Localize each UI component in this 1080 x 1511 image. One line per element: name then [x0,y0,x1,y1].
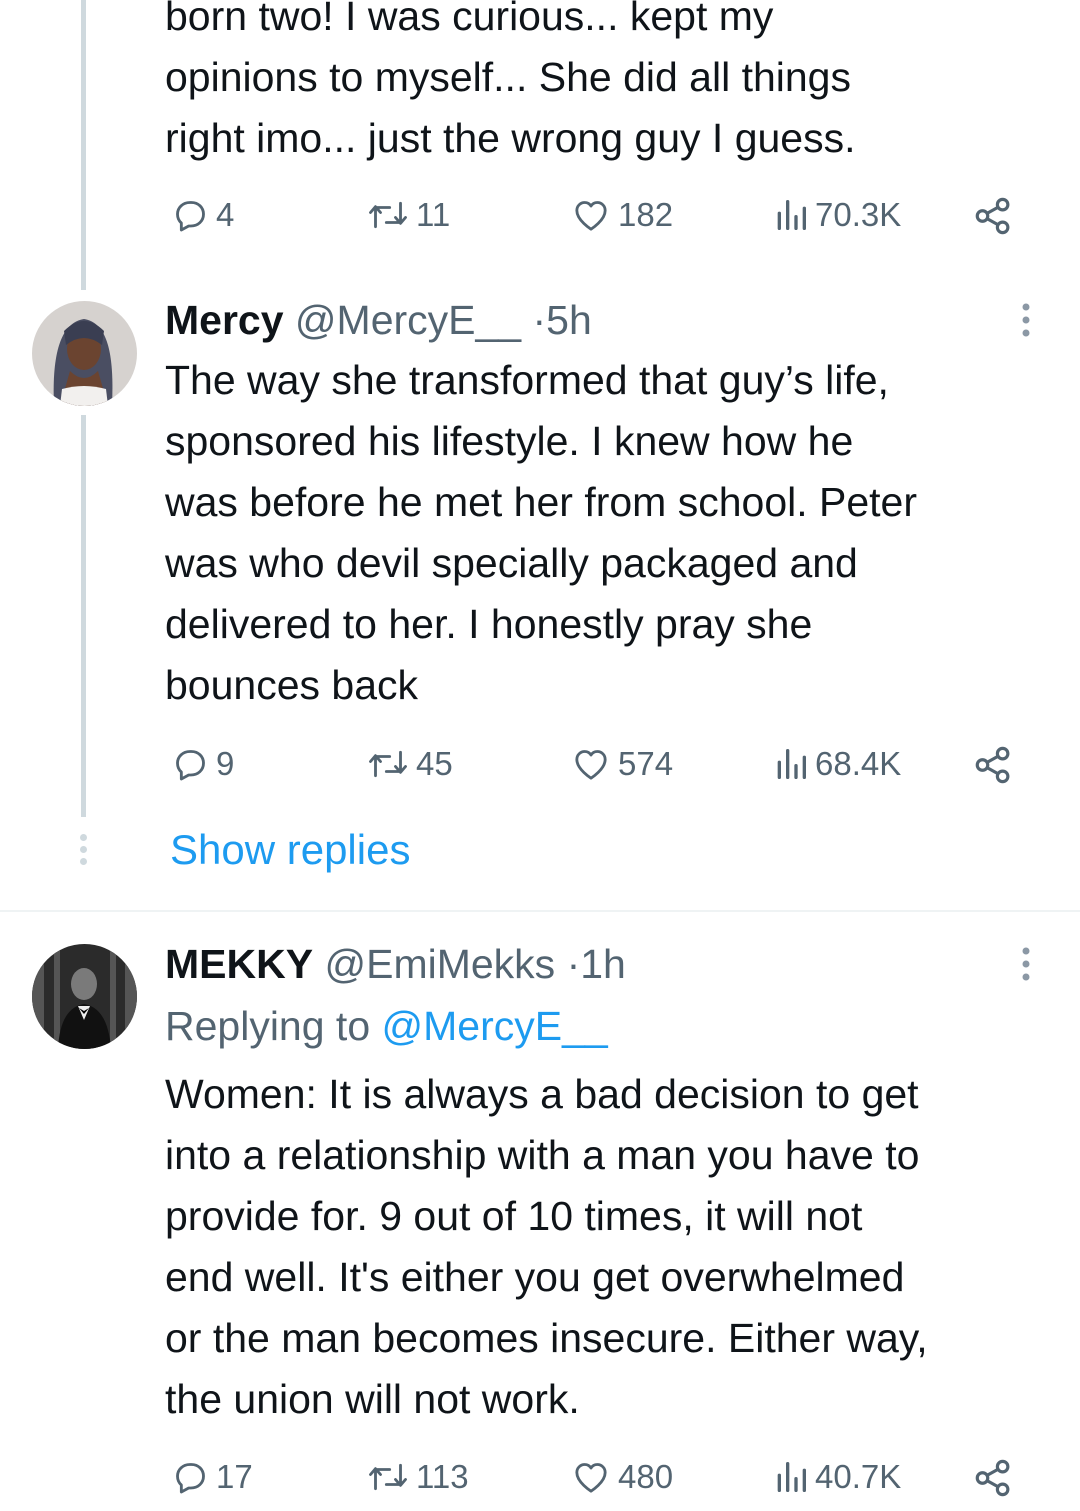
like-count: 182 [618,196,674,233]
repost-icon [366,195,410,235]
reply-button[interactable]: 9 [170,744,234,784]
share-button[interactable] [972,195,1014,237]
more-icon [1022,303,1030,337]
views-count: 68.4K [815,745,902,782]
like-count: 480 [618,1458,674,1495]
more-button[interactable] [1015,946,1037,982]
tweet-actions: 17 113 480 40.7K [170,1457,1040,1501]
replying-prefix: Replying to [165,1003,371,1049]
show-replies-link[interactable]: Show replies [170,826,410,874]
repost-count: 45 [416,745,453,782]
views-button[interactable]: 70.3K [773,195,901,235]
tweet-actions: 9 45 574 68.4K [170,744,1040,788]
replying-to: Replying to @MercyE__ [165,1001,608,1051]
reply-count: 17 [216,1458,253,1495]
like-icon [570,1457,612,1497]
like-icon [570,195,612,235]
replying-mention[interactable]: @MercyE__ [382,1003,608,1049]
timestamp[interactable]: 5h [546,297,592,343]
reply-count: 4 [216,196,235,233]
views-count: 40.7K [815,1458,902,1495]
repost-button[interactable]: 45 [366,744,453,784]
repost-icon [366,1457,410,1497]
reply-icon [170,744,210,784]
tweet-text: Women: It is always a bad decision to ge… [165,1071,928,1422]
timestamp[interactable]: 1h [580,941,626,987]
thread-line-mercy [81,415,86,817]
like-button[interactable]: 182 [570,195,673,235]
thread-dots[interactable] [79,834,89,866]
views-button[interactable]: 40.7K [773,1457,901,1497]
avatar[interactable] [32,944,137,1049]
tweet-header: MEKKY @EmiMekks ·1h [165,939,626,989]
separator: · [532,297,547,343]
like-button[interactable]: 480 [570,1457,673,1497]
tweet-header: Mercy @MercyE__ ·5h [165,295,592,345]
share-icon [972,744,1014,786]
user-handle[interactable]: @EmiMekks [324,941,555,987]
reply-button[interactable]: 17 [170,1457,253,1497]
share-button[interactable] [972,1457,1014,1499]
display-name[interactable]: MEKKY [165,941,313,987]
views-icon [773,1457,809,1497]
more-icon [1022,947,1030,981]
reply-button[interactable]: 4 [170,195,234,235]
tweet-text: The way she transformed that guy’s life,… [165,357,918,708]
share-icon [972,1457,1014,1499]
like-button[interactable]: 574 [570,744,673,784]
reply-icon [170,1457,210,1497]
repost-count: 113 [416,1458,469,1495]
repost-count: 11 [416,196,451,233]
tweet-text: born two! I was curious... kept my opini… [165,0,856,161]
separator: · [566,941,581,987]
repost-button[interactable]: 11 [366,195,450,235]
user-handle[interactable]: @MercyE__ [295,297,521,343]
views-count: 70.3K [815,196,902,233]
avatar[interactable] [32,301,137,406]
reply-count: 9 [216,745,235,782]
repost-icon [366,744,410,784]
tweet-actions: 4 11 182 70.3K [170,195,1040,239]
views-icon [773,744,809,784]
thread-line-top [81,0,86,290]
reply-icon [170,195,210,235]
like-icon [570,744,612,784]
repost-button[interactable]: 113 [366,1457,469,1497]
share-icon [972,195,1014,237]
more-button[interactable] [1015,302,1037,338]
like-count: 574 [618,745,674,782]
tweet-divider [0,910,1080,912]
share-button[interactable] [972,744,1014,786]
views-icon [773,195,809,235]
display-name[interactable]: Mercy [165,297,284,343]
views-button[interactable]: 68.4K [773,744,901,784]
